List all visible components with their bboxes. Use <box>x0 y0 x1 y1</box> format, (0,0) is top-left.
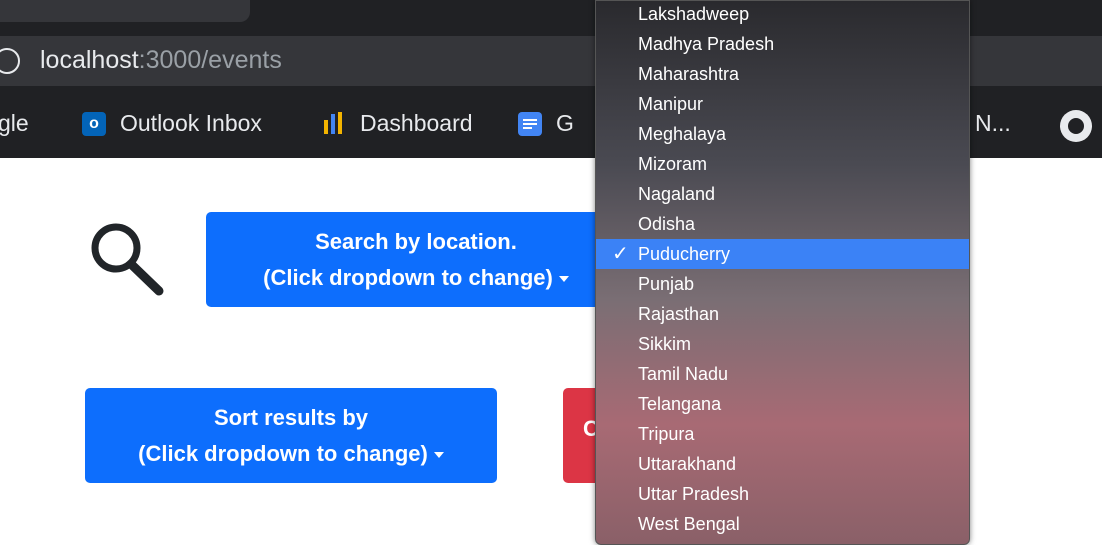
dropdown-option-label: Madhya Pradesh <box>638 34 775 54</box>
dropdown-option[interactable]: Rajasthan <box>596 299 969 329</box>
dropdown-option[interactable]: Lakshadweep <box>596 1 969 29</box>
search-icon <box>91 223 164 296</box>
dropdown-option-label: Manipur <box>638 94 704 114</box>
search-button-line1: Search by location. <box>315 229 517 254</box>
bookmark-truncated[interactable]: N... <box>975 110 1011 137</box>
bookmark-label: Outlook Inbox <box>120 110 262 136</box>
dropdown-option-label: Uttarakhand <box>638 454 737 474</box>
dropdown-option[interactable]: Mizoram <box>596 149 969 179</box>
site-info-icon[interactable] <box>0 48 20 74</box>
dropdown-option[interactable]: Uttarakhand <box>596 449 969 479</box>
dropdown-option-label: Odisha <box>638 214 696 234</box>
outlook-icon: o <box>82 111 106 136</box>
dropdown-option-label: Maharashtra <box>638 64 740 84</box>
dashboard-icon <box>322 111 346 136</box>
dropdown-option-label: Tamil Nadu <box>638 364 729 384</box>
dropdown-option-label: Nagaland <box>638 184 716 204</box>
dropdown-option-label: Tripura <box>638 424 695 444</box>
sort-button-line2: (Click dropdown to change) <box>85 436 497 472</box>
dropdown-option[interactable]: Sikkim <box>596 329 969 359</box>
dropdown-option-label: Meghalaya <box>638 124 727 144</box>
dropdown-option[interactable]: Odisha <box>596 209 969 239</box>
dropdown-option-label: Rajasthan <box>638 304 720 324</box>
dropdown-option[interactable]: Madhya Pradesh <box>596 29 969 59</box>
dropdown-option-label: Telangana <box>638 394 722 414</box>
dropdown-option[interactable]: Uttar Pradesh <box>596 479 969 509</box>
dropdown-option[interactable]: Tripura <box>596 419 969 449</box>
dropdown-option-label: Puducherry <box>638 244 731 264</box>
github-icon[interactable] <box>1060 110 1092 142</box>
bookmark-label: G <box>556 110 574 136</box>
bookmark-outlook-inbox[interactable]: o Outlook Inbox <box>82 110 262 137</box>
dropdown-option-label: Lakshadweep <box>638 4 750 24</box>
dropdown-option[interactable]: Meghalaya <box>596 119 969 149</box>
bookmark-label: Dashboard <box>360 110 473 136</box>
dropdown-option[interactable]: Manipur <box>596 89 969 119</box>
sort-results-button[interactable]: Sort results by (Click dropdown to chang… <box>85 388 497 483</box>
dropdown-option-label: Sikkim <box>638 334 691 354</box>
search-location-button[interactable]: Search by location. (Click dropdown to c… <box>206 212 626 307</box>
dropdown-option[interactable]: Tamil Nadu <box>596 359 969 389</box>
search-button-line2: (Click dropdown to change) <box>206 260 626 296</box>
caret-down-icon <box>433 452 444 459</box>
docs-icon <box>518 111 542 136</box>
dropdown-option-label: Punjab <box>638 274 695 294</box>
dropdown-option[interactable]: Punjab <box>596 269 969 299</box>
bookmark-dashboard[interactable]: Dashboard <box>322 110 473 137</box>
checkmark-icon: ✓ <box>612 243 629 265</box>
dropdown-option[interactable]: Telangana <box>596 389 969 419</box>
dropdown-option[interactable]: Nagaland <box>596 179 969 209</box>
dropdown-option[interactable]: West Bengal <box>596 509 969 539</box>
bookmark-docs[interactable]: G <box>518 110 574 137</box>
bookmark-google[interactable]: gle <box>0 110 29 137</box>
sort-button-line1: Sort results by <box>213 405 369 430</box>
location-dropdown-list[interactable]: Lakshadweep Madhya Pradesh Maharashtra Mani… <box>595 0 970 545</box>
dropdown-option-label: Mizoram <box>638 154 708 174</box>
bookmark-label: gle <box>0 110 29 136</box>
caret-down-icon <box>558 276 569 283</box>
browser-tab[interactable] <box>0 0 250 22</box>
url-path: :3000/events <box>138 46 282 74</box>
url-host: localhost <box>40 46 139 74</box>
bookmark-label: N... <box>975 110 1011 136</box>
dropdown-option[interactable]: ✓ Puducherry <box>596 239 969 269</box>
dropdown-option-label: West Bengal <box>638 514 740 534</box>
dropdown-option[interactable]: Maharashtra <box>596 59 969 89</box>
dropdown-option-label: Uttar Pradesh <box>638 484 750 504</box>
url-text[interactable]: localhost:3000/events <box>40 46 282 75</box>
